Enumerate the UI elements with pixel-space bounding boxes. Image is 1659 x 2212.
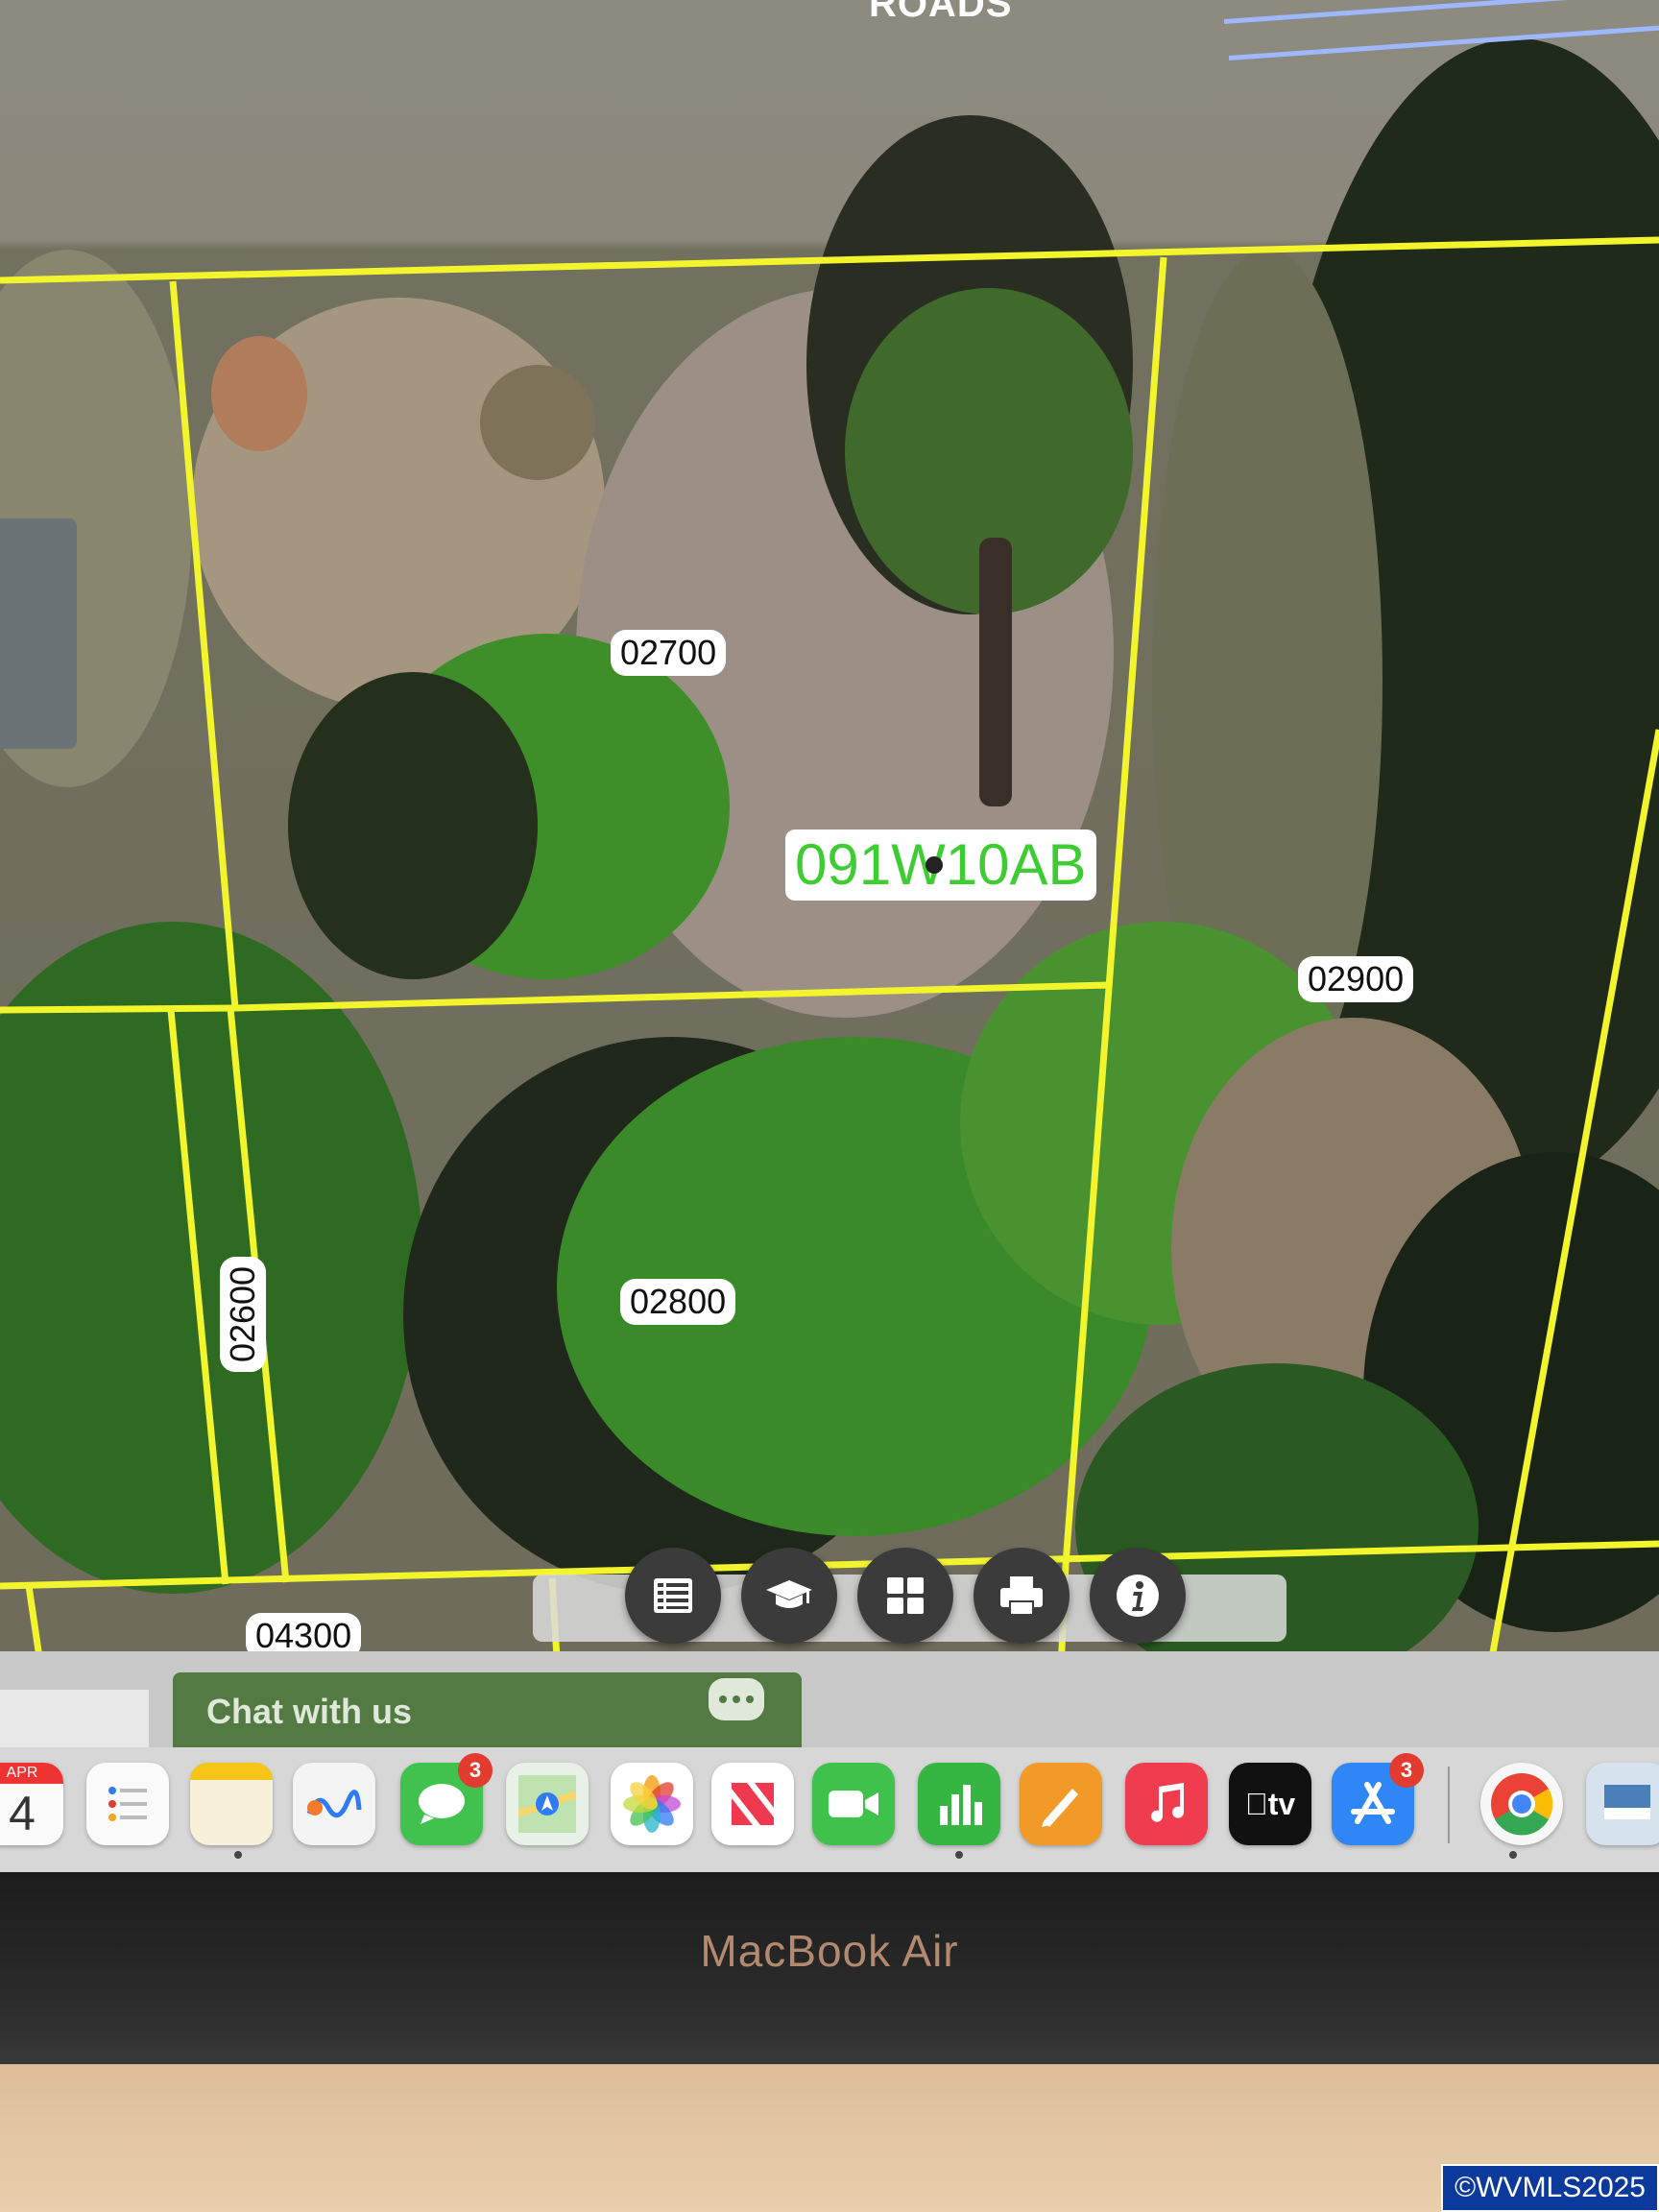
reminders-icon [108, 1787, 147, 1821]
app-store-icon [1351, 1782, 1395, 1824]
running-indicator [1509, 1851, 1517, 1859]
watermark: ©WVMLS2025 [1441, 2164, 1659, 2212]
dock-notes-app[interactable] [190, 1763, 273, 1845]
messages-icon [419, 1784, 465, 1824]
section-center-marker [926, 856, 943, 874]
dock-freeform-app[interactable] [293, 1763, 375, 1845]
chrome-icon [1491, 1773, 1553, 1836]
printer-icon [1000, 1576, 1043, 1616]
parcel-line [0, 1004, 236, 1014]
parcel-label[interactable]: 02900 [1298, 956, 1414, 1002]
dock-reminders-app[interactable] [86, 1763, 169, 1845]
dock-tv-app[interactable]: tv [1229, 1763, 1311, 1845]
list-button[interactable] [625, 1548, 721, 1644]
graduation-cap-icon [766, 1580, 812, 1608]
dock-numbers-app[interactable] [918, 1763, 1000, 1845]
video-camera-icon [829, 1791, 878, 1817]
dock-music-app[interactable] [1125, 1763, 1208, 1845]
parcel-line [234, 981, 1110, 1012]
dock-separator [1448, 1767, 1450, 1843]
aerial-map[interactable]: ROADS 02700 02900 02800 02600 04300 091W… [0, 0, 1659, 1690]
learn-button[interactable] [741, 1548, 837, 1644]
chat-label[interactable]: Chat with us [206, 1692, 412, 1732]
parcel-label[interactable]: 02600 [220, 1256, 267, 1373]
chat-bubble-icon[interactable] [709, 1678, 764, 1720]
music-note-icon [1151, 1783, 1185, 1822]
dock-photos-app[interactable] [611, 1763, 693, 1845]
app-store-badge: 3 [1389, 1753, 1424, 1788]
parcel-line [167, 1009, 229, 1585]
tv-icon: tv [1245, 1786, 1295, 1821]
dock-chrome-app[interactable] [1480, 1763, 1563, 1845]
dock-app-store-app[interactable]: 3 [1332, 1753, 1424, 1845]
grid-icon [887, 1577, 924, 1614]
dock-pages-app[interactable] [1020, 1763, 1102, 1845]
news-icon [732, 1783, 774, 1825]
desk-surface [0, 2064, 1659, 2212]
parcel-line [0, 236, 1659, 284]
calendar-day: 4 [9, 1787, 36, 1840]
photos-icon [623, 1775, 681, 1833]
notes-icon [190, 1763, 273, 1780]
print-button[interactable] [974, 1548, 1070, 1644]
dock-maps-app[interactable] [506, 1763, 589, 1845]
maps-icon [518, 1775, 576, 1833]
parcel-line [1062, 256, 1167, 1566]
info-button[interactable] [1090, 1548, 1186, 1644]
parcel-label[interactable]: 02700 [611, 630, 727, 676]
device-label: MacBook Air [700, 1926, 959, 1976]
freeform-icon [306, 1790, 362, 1818]
parcel-line [169, 280, 239, 1009]
dock-preview-app[interactable] [1586, 1763, 1659, 1845]
pen-icon [1042, 1789, 1078, 1827]
calendar-month: APR [0, 1763, 63, 1784]
parcel-label[interactable]: 02800 [620, 1279, 736, 1325]
bar-chart-icon [940, 1785, 982, 1825]
dock-news-app[interactable] [711, 1763, 794, 1845]
dock-calendar-app[interactable]: APR 4 [0, 1763, 63, 1845]
running-indicator [955, 1851, 963, 1859]
preview-icon [1604, 1785, 1650, 1819]
running-indicator [234, 1851, 242, 1859]
grid-button[interactable] [857, 1548, 953, 1644]
dock-facetime-app[interactable] [812, 1763, 895, 1845]
messages-badge: 3 [458, 1753, 493, 1788]
info-icon [1117, 1575, 1159, 1617]
dock-messages-app[interactable]: 3 [400, 1753, 493, 1845]
list-icon [654, 1578, 692, 1613]
